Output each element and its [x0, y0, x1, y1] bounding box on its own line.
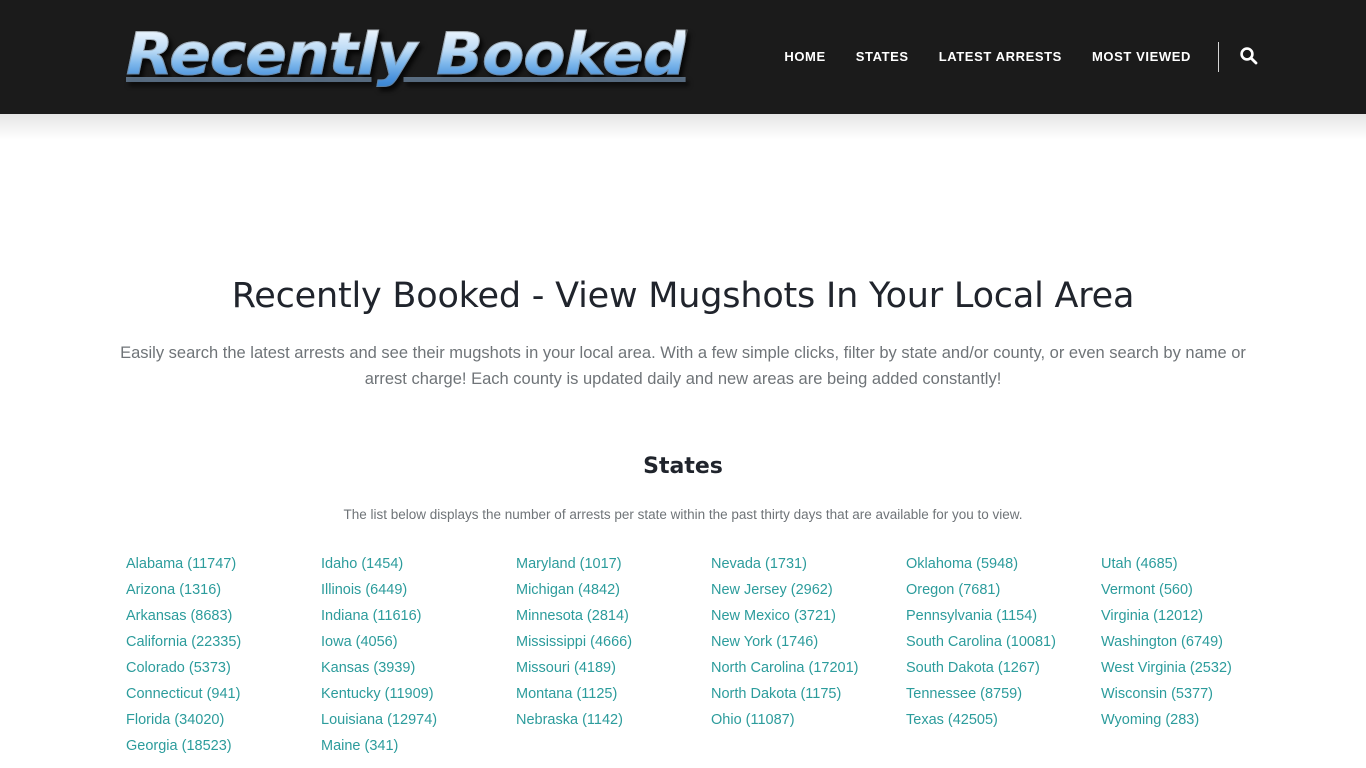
state-link[interactable]: Ohio (11087) — [711, 707, 906, 733]
state-link[interactable]: Maine (341) — [321, 733, 516, 759]
state-link[interactable]: Vermont (560) — [1101, 577, 1296, 603]
state-link[interactable]: Alabama (11747) — [126, 551, 321, 577]
state-column-4: Nevada (1731) New Jersey (2962) New Mexi… — [711, 551, 906, 759]
site-logo[interactable]: Recently Booked — [125, 16, 687, 92]
state-link[interactable]: North Dakota (1175) — [711, 681, 906, 707]
search-icon — [1239, 46, 1258, 68]
state-column-2: Idaho (1454) Illinois (6449) Indiana (11… — [321, 551, 516, 759]
state-link[interactable]: Connecticut (941) — [126, 681, 321, 707]
state-link[interactable]: New Jersey (2962) — [711, 577, 906, 603]
state-link[interactable]: Florida (34020) — [126, 707, 321, 733]
states-section: States The list below displays the numbe… — [0, 452, 1366, 759]
state-link[interactable]: Arkansas (8683) — [126, 603, 321, 629]
state-link[interactable]: South Carolina (10081) — [906, 629, 1101, 655]
nav-divider — [1218, 42, 1219, 72]
state-link[interactable]: Kentucky (11909) — [321, 681, 516, 707]
state-link[interactable]: Nebraska (1142) — [516, 707, 711, 733]
state-link[interactable]: Louisiana (12974) — [321, 707, 516, 733]
states-description: The list below displays the number of ar… — [343, 507, 1023, 522]
state-link[interactable]: Illinois (6449) — [321, 577, 516, 603]
state-column-3: Maryland (1017) Michigan (4842) Minnesot… — [516, 551, 711, 759]
state-link[interactable]: Oklahoma (5948) — [906, 551, 1101, 577]
search-button[interactable] — [1235, 46, 1262, 68]
state-link[interactable]: New Mexico (3721) — [711, 603, 906, 629]
state-link[interactable]: Nevada (1731) — [711, 551, 906, 577]
state-link[interactable]: West Virginia (2532) — [1101, 655, 1296, 681]
state-link[interactable]: Indiana (11616) — [321, 603, 516, 629]
state-link[interactable]: Idaho (1454) — [321, 551, 516, 577]
states-heading: States — [643, 454, 723, 479]
state-link[interactable]: Pennsylvania (1154) — [906, 603, 1101, 629]
state-column-6: Utah (4685) Vermont (560) Virginia (1201… — [1101, 551, 1296, 759]
state-link[interactable]: Utah (4685) — [1101, 551, 1296, 577]
nav-item-home[interactable]: HOME — [769, 47, 840, 67]
state-list: Alabama (11747) Arizona (1316) Arkansas … — [126, 551, 1306, 759]
state-link[interactable]: Georgia (18523) — [126, 733, 321, 759]
hero-description: Easily search the latest arrests and see… — [120, 344, 1246, 388]
site-header: Recently Booked HOME STATES LATEST ARRES… — [0, 0, 1366, 140]
nav-item-states[interactable]: STATES — [841, 47, 924, 67]
state-link[interactable]: Oregon (7681) — [906, 577, 1101, 603]
state-link[interactable]: Mississippi (4666) — [516, 629, 711, 655]
state-link[interactable]: Washington (6749) — [1101, 629, 1296, 655]
state-column-1: Alabama (11747) Arizona (1316) Arkansas … — [126, 551, 321, 759]
state-link[interactable]: Tennessee (8759) — [906, 681, 1101, 707]
state-link[interactable]: California (22335) — [126, 629, 321, 655]
state-link[interactable]: Wyoming (283) — [1101, 707, 1296, 733]
state-link[interactable]: Michigan (4842) — [516, 577, 711, 603]
hero-section: Recently Booked - View Mugshots In Your … — [0, 274, 1366, 392]
state-link[interactable]: Colorado (5373) — [126, 655, 321, 681]
primary-navigation: HOME STATES LATEST ARRESTS MOST VIEWED — [769, 0, 1262, 114]
state-link[interactable]: Arizona (1316) — [126, 577, 321, 603]
state-column-5: Oklahoma (5948) Oregon (7681) Pennsylvan… — [906, 551, 1101, 759]
state-link[interactable]: Virginia (12012) — [1101, 603, 1296, 629]
state-link[interactable]: Texas (42505) — [906, 707, 1101, 733]
state-link[interactable]: Wisconsin (5377) — [1101, 681, 1296, 707]
state-link[interactable]: Maryland (1017) — [516, 551, 711, 577]
state-link[interactable]: Kansas (3939) — [321, 655, 516, 681]
state-link[interactable]: New York (1746) — [711, 629, 906, 655]
state-link[interactable]: Missouri (4189) — [516, 655, 711, 681]
state-link[interactable]: Minnesota (2814) — [516, 603, 711, 629]
nav-item-most-viewed[interactable]: MOST VIEWED — [1077, 47, 1206, 67]
page-title: Recently Booked - View Mugshots In Your … — [231, 276, 1135, 316]
state-link[interactable]: South Dakota (1267) — [906, 655, 1101, 681]
state-link[interactable]: North Carolina (17201) — [711, 655, 906, 681]
nav-item-latest-arrests[interactable]: LATEST ARRESTS — [924, 47, 1077, 67]
state-link[interactable]: Iowa (4056) — [321, 629, 516, 655]
main-content: Recently Booked - View Mugshots In Your … — [0, 274, 1366, 759]
state-link[interactable]: Montana (1125) — [516, 681, 711, 707]
